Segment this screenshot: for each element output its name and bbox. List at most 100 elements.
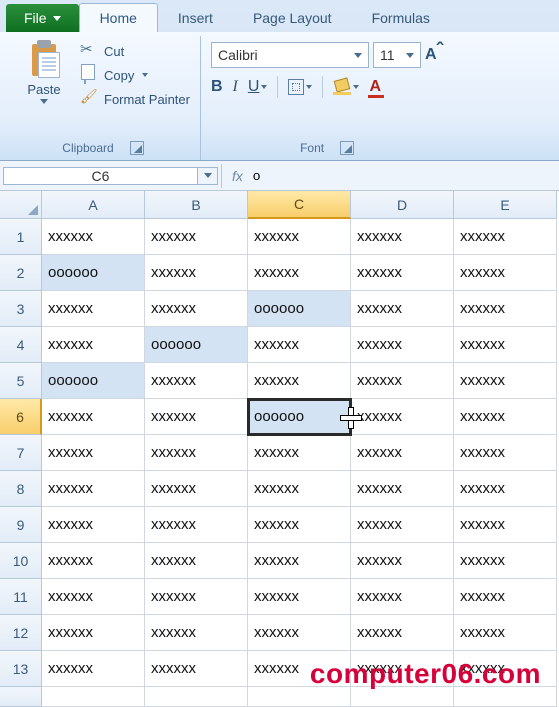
cell[interactable]: oooooo <box>248 291 351 327</box>
row-header[interactable]: 11 <box>0 579 42 615</box>
cell[interactable]: xxxxxx <box>454 615 557 651</box>
fill-color-button[interactable] <box>333 79 359 95</box>
cell[interactable]: xxxxxx <box>42 507 145 543</box>
clipboard-launcher-icon[interactable] <box>130 141 144 155</box>
row-header[interactable]: 7 <box>0 435 42 471</box>
cell[interactable]: xxxxxx <box>454 507 557 543</box>
cell[interactable]: xxxxxx <box>454 219 557 255</box>
cell[interactable]: xxxxxx <box>145 651 248 687</box>
cell[interactable]: xxxxxx <box>145 291 248 327</box>
select-all-corner[interactable] <box>0 191 42 219</box>
column-header-b[interactable]: B <box>145 191 248 219</box>
row-header[interactable]: 8 <box>0 471 42 507</box>
cell[interactable]: xxxxxx <box>145 579 248 615</box>
cell[interactable]: xxxxxx <box>351 435 454 471</box>
cell[interactable]: xxxxxx <box>351 363 454 399</box>
cell[interactable]: xxxxxx <box>145 543 248 579</box>
column-header-e[interactable]: E <box>454 191 557 219</box>
row-header[interactable]: 6 <box>0 399 42 435</box>
column-header-c[interactable]: C <box>248 191 351 219</box>
row-header[interactable]: 10 <box>0 543 42 579</box>
row-header[interactable]: 9 <box>0 507 42 543</box>
formula-bar-input[interactable] <box>253 165 559 187</box>
cell[interactable]: xxxxxx <box>351 255 454 291</box>
cell[interactable]: xxxxxx <box>454 471 557 507</box>
file-tab[interactable]: File <box>6 4 79 32</box>
cell[interactable] <box>248 687 351 707</box>
row-header[interactable]: 2 <box>0 255 42 291</box>
cell[interactable]: xxxxxx <box>42 651 145 687</box>
name-box-dropdown[interactable] <box>198 167 218 185</box>
cell[interactable]: xxxxxx <box>248 579 351 615</box>
cell[interactable]: xxxxxx <box>145 399 248 435</box>
cell[interactable]: xxxxxx <box>248 507 351 543</box>
cell[interactable]: xxxxxx <box>351 507 454 543</box>
increase-font-button[interactable]: Aˆ <box>425 44 443 67</box>
cell[interactable]: oooooo <box>248 399 351 435</box>
cell[interactable]: xxxxxx <box>351 399 454 435</box>
cell[interactable] <box>351 687 454 707</box>
copy-button[interactable]: Copy <box>80 66 190 84</box>
cell[interactable]: xxxxxx <box>351 615 454 651</box>
cell[interactable]: xxxxxx <box>454 255 557 291</box>
cell[interactable]: xxxxxx <box>351 291 454 327</box>
column-header-a[interactable]: A <box>42 191 145 219</box>
format-painter-button[interactable]: Format Painter <box>80 90 190 108</box>
fx-icon[interactable]: fx <box>232 168 243 184</box>
cell[interactable]: xxxxxx <box>42 435 145 471</box>
cell[interactable]: oooooo <box>145 327 248 363</box>
cell[interactable]: xxxxxx <box>351 651 454 687</box>
cell[interactable]: xxxxxx <box>454 327 557 363</box>
cell[interactable] <box>454 687 557 707</box>
cell[interactable]: xxxxxx <box>42 219 145 255</box>
row-header[interactable]: 13 <box>0 651 42 687</box>
row-header[interactable]: 12 <box>0 615 42 651</box>
paste-button[interactable]: Paste <box>16 38 72 138</box>
column-header-d[interactable]: D <box>351 191 454 219</box>
row-header[interactable]: 3 <box>0 291 42 327</box>
cell[interactable] <box>145 687 248 707</box>
row-header[interactable] <box>0 687 42 707</box>
cell[interactable] <box>42 687 145 707</box>
cell[interactable]: xxxxxx <box>42 543 145 579</box>
underline-button[interactable]: U <box>248 78 268 96</box>
cell[interactable]: xxxxxx <box>454 435 557 471</box>
cell[interactable]: xxxxxx <box>42 291 145 327</box>
cell[interactable]: xxxxxx <box>145 363 248 399</box>
row-header[interactable]: 4 <box>0 327 42 363</box>
tab-home[interactable]: Home <box>79 3 158 32</box>
cell[interactable]: xxxxxx <box>145 255 248 291</box>
cell[interactable]: xxxxxx <box>351 579 454 615</box>
row-header[interactable]: 1 <box>0 219 42 255</box>
cell[interactable]: xxxxxx <box>42 579 145 615</box>
cell[interactable]: xxxxxx <box>454 651 557 687</box>
cell[interactable]: xxxxxx <box>454 363 557 399</box>
italic-button[interactable]: I <box>233 78 238 96</box>
font-color-button[interactable]: A <box>369 78 381 96</box>
cell[interactable]: xxxxxx <box>145 219 248 255</box>
cell[interactable]: xxxxxx <box>145 615 248 651</box>
bold-button[interactable]: B <box>211 78 223 96</box>
cell[interactable]: oooooo <box>42 255 145 291</box>
tab-formulas[interactable]: Formulas <box>352 4 450 32</box>
chevron-down-icon[interactable] <box>40 99 48 104</box>
cell[interactable]: xxxxxx <box>454 291 557 327</box>
name-box[interactable]: C6 <box>3 167 198 185</box>
cell[interactable]: xxxxxx <box>42 615 145 651</box>
cell[interactable]: xxxxxx <box>248 327 351 363</box>
font-launcher-icon[interactable] <box>340 141 354 155</box>
chevron-down-icon[interactable] <box>142 73 148 77</box>
cell[interactable]: xxxxxx <box>248 543 351 579</box>
cell[interactable]: oooooo <box>42 363 145 399</box>
cell[interactable]: xxxxxx <box>145 471 248 507</box>
cell[interactable]: xxxxxx <box>248 651 351 687</box>
font-size-combo[interactable]: 11 <box>373 42 421 68</box>
tab-insert[interactable]: Insert <box>158 4 233 32</box>
cell[interactable]: xxxxxx <box>145 435 248 471</box>
cell[interactable]: xxxxxx <box>42 399 145 435</box>
cell[interactable]: xxxxxx <box>248 435 351 471</box>
cut-button[interactable]: Cut <box>80 42 190 60</box>
cell[interactable]: xxxxxx <box>454 579 557 615</box>
cell[interactable]: xxxxxx <box>248 615 351 651</box>
cell[interactable]: xxxxxx <box>454 399 557 435</box>
